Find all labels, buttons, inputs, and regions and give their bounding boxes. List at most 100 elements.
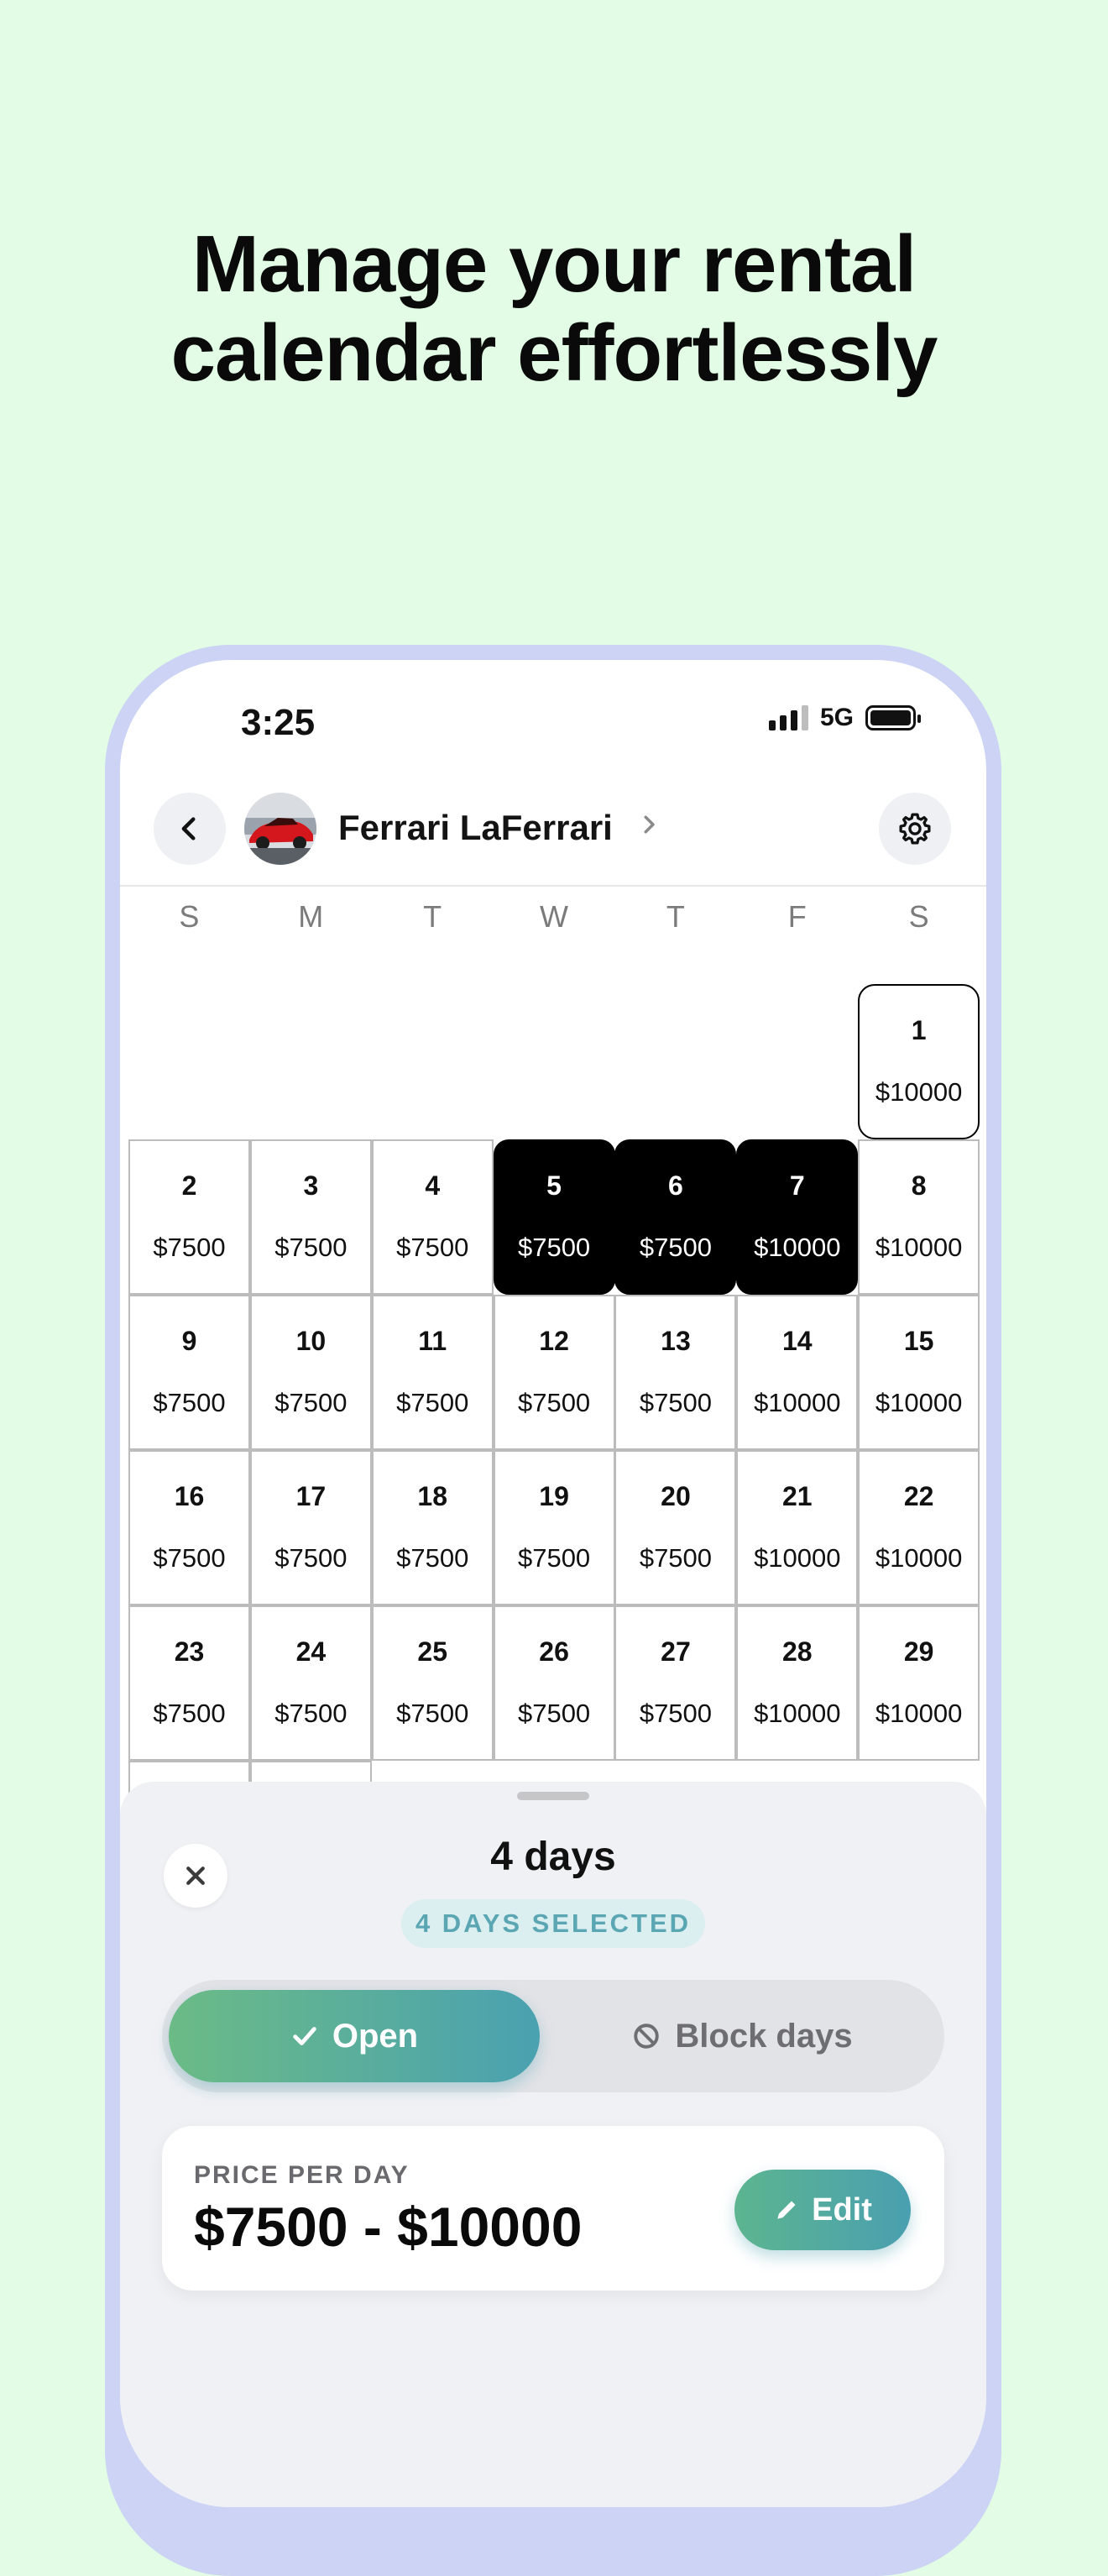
calendar-day[interactable]: 3 $7500: [249, 1139, 372, 1295]
day-price: $7500: [396, 1698, 469, 1728]
open-label: Open: [332, 2017, 419, 2055]
calendar-day[interactable]: 27 $7500: [614, 1605, 737, 1761]
day-number: 22: [903, 1480, 934, 1511]
edit-label: Edit: [812, 2191, 872, 2228]
day-number: 19: [539, 1480, 569, 1511]
day-price: $7500: [274, 1387, 348, 1417]
car-avatar[interactable]: [244, 793, 316, 865]
headline-line-1: Manage your rental: [191, 219, 917, 309]
calendar-day[interactable]: 2 $7500: [128, 1139, 250, 1295]
settings-button[interactable]: [879, 793, 951, 865]
weekday-label: S: [908, 899, 929, 934]
sheet-grabber[interactable]: [517, 1792, 589, 1800]
headline-line-2: calendar effortlessly: [170, 308, 938, 398]
day-price: $7500: [639, 1698, 713, 1728]
day-price: $7500: [639, 1387, 713, 1417]
calendar-day[interactable]: 17 $7500: [249, 1450, 372, 1605]
phone-screen: 3:25 5G Ferrari LaFerrari S M T W T F S …: [120, 660, 986, 2507]
day-price: $10000: [754, 1387, 841, 1417]
bottom-sheet: 4 days 4 DAYS SELECTED Open Block days P…: [120, 1782, 986, 2507]
weekday-label: T: [423, 899, 442, 934]
day-price: $7500: [153, 1542, 226, 1573]
calendar-day[interactable]: 26 $7500: [493, 1605, 615, 1761]
calendar-day[interactable]: 24 $7500: [249, 1605, 372, 1761]
day-price: $10000: [875, 1387, 963, 1417]
day-number: 5: [546, 1170, 562, 1201]
pencil-icon: [777, 2201, 796, 2219]
car-image: [244, 793, 316, 865]
calendar-day[interactable]: 28 $10000: [736, 1605, 859, 1761]
day-number: 11: [418, 1325, 447, 1356]
day-price: $7500: [639, 1542, 713, 1573]
calendar-day[interactable]: 5 $7500: [493, 1139, 615, 1295]
calendar-day[interactable]: 9 $7500: [128, 1295, 250, 1450]
day-price: $7500: [517, 1232, 591, 1262]
calendar-day[interactable]: 4 $7500: [371, 1139, 494, 1295]
day-price: $10000: [875, 1232, 963, 1262]
car-title[interactable]: Ferrari LaFerrari: [338, 808, 613, 848]
calendar-day[interactable]: 10 $7500: [249, 1295, 372, 1450]
day-price: $10000: [875, 1076, 963, 1107]
chevron-left-icon: [181, 817, 196, 840]
back-button[interactable]: [154, 793, 226, 865]
block-days-option[interactable]: Block days: [540, 1990, 944, 2082]
calendar-day[interactable]: 12 $7500: [493, 1295, 615, 1450]
calendar-day[interactable]: 21 $10000: [736, 1450, 859, 1605]
day-price: $7500: [517, 1698, 591, 1728]
battery-icon: [865, 705, 921, 730]
calendar-day[interactable]: 19 $7500: [493, 1450, 615, 1605]
day-price: $7500: [274, 1232, 348, 1262]
day-price: $10000: [875, 1542, 963, 1573]
day-number: 15: [903, 1325, 934, 1356]
day-price: $7500: [153, 1698, 226, 1728]
calendar-day[interactable]: 11 $7500: [371, 1295, 494, 1450]
day-price: $7500: [153, 1387, 226, 1417]
chevron-right-icon[interactable]: [636, 809, 661, 844]
calendar-day[interactable]: 6 $7500: [614, 1139, 737, 1295]
day-price: $10000: [754, 1698, 841, 1728]
weekday-label: F: [787, 899, 807, 934]
open-option[interactable]: Open: [169, 1990, 540, 2082]
day-number: 13: [661, 1325, 691, 1356]
calendar-day[interactable]: 14 $10000: [736, 1295, 859, 1450]
day-price: $7500: [153, 1232, 226, 1262]
weekday-header: S M T W T F S: [128, 892, 980, 942]
day-price: $7500: [396, 1232, 469, 1262]
day-number: 14: [782, 1325, 813, 1356]
calendar-day[interactable]: 1 $10000: [858, 984, 980, 1139]
day-number: 2: [181, 1170, 197, 1201]
day-number: 28: [782, 1636, 813, 1667]
calendar-day[interactable]: 23 $7500: [128, 1605, 250, 1761]
day-number: 27: [661, 1636, 691, 1667]
calendar-day[interactable]: 8 $10000: [858, 1139, 980, 1295]
day-price: $10000: [754, 1542, 841, 1573]
calendar-day[interactable]: 29 $10000: [858, 1605, 980, 1761]
day-number: 24: [295, 1636, 327, 1667]
day-price: $7500: [396, 1542, 469, 1573]
calendar-day[interactable]: 15 $10000: [858, 1295, 980, 1450]
day-price: $7500: [517, 1387, 591, 1417]
price-range-value: $7500 - $10000: [194, 2196, 583, 2258]
day-number: 8: [911, 1170, 927, 1201]
day-price: $7500: [274, 1698, 348, 1728]
availability-toggle: Open Block days: [162, 1980, 944, 2092]
day-number: 25: [417, 1636, 448, 1667]
calendar-day[interactable]: 16 $7500: [128, 1450, 250, 1605]
day-number: 20: [661, 1480, 691, 1511]
day-price: $10000: [754, 1232, 841, 1262]
calendar-day[interactable]: 18 $7500: [371, 1450, 494, 1605]
calendar-day[interactable]: 20 $7500: [614, 1450, 737, 1605]
day-number: 12: [539, 1325, 569, 1356]
edit-price-button[interactable]: Edit: [734, 2170, 911, 2250]
price-card: PRICE PER DAY $7500 - $10000 Edit: [162, 2126, 944, 2291]
calendar-day[interactable]: 7 $10000: [736, 1139, 859, 1295]
day-number: 17: [295, 1480, 327, 1511]
calendar-day[interactable]: 13 $7500: [614, 1295, 737, 1450]
calendar-day[interactable]: 25 $7500: [371, 1605, 494, 1761]
calendar-day[interactable]: 22 $10000: [858, 1450, 980, 1605]
headline: Manage your rental calendar effortlessly: [0, 220, 1108, 398]
header-divider: [120, 885, 986, 887]
status-indicators: 5G: [768, 704, 921, 732]
weekday-label: M: [298, 899, 324, 934]
status-time: 3:25: [241, 702, 316, 743]
